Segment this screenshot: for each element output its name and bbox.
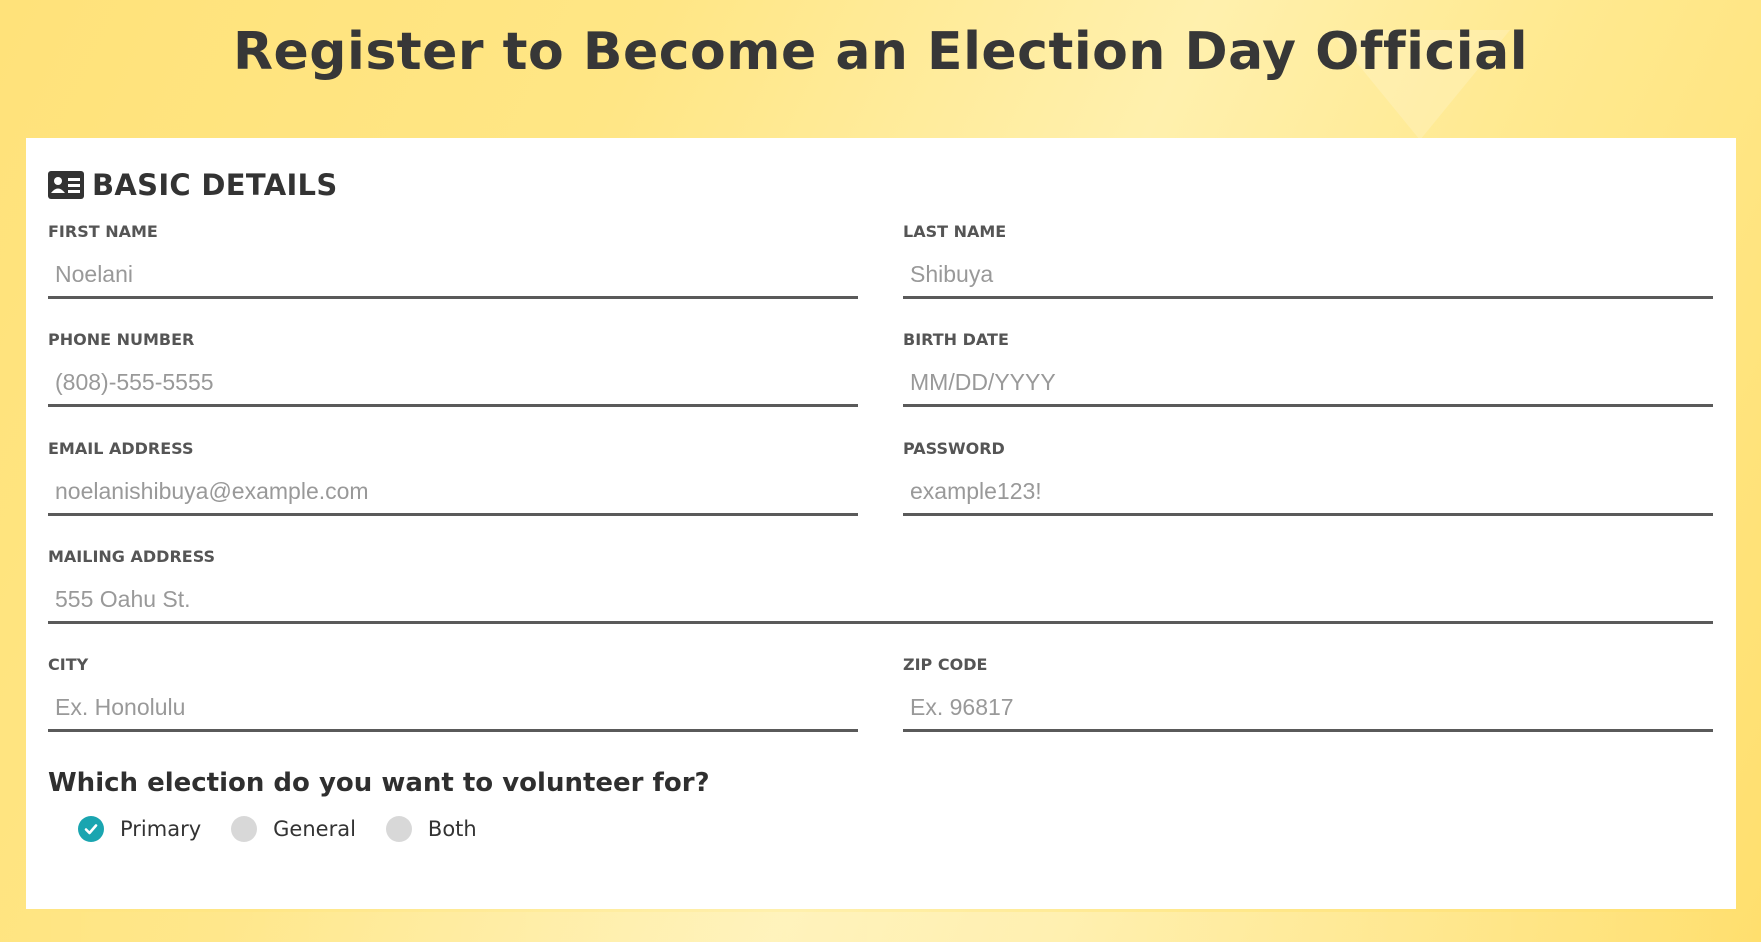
radio-option-both[interactable]: Both <box>385 816 477 842</box>
city-label: CITY <box>48 655 89 674</box>
birth-date-label: BIRTH DATE <box>903 330 1009 349</box>
phone-input[interactable] <box>48 361 858 407</box>
password-label: PASSWORD <box>903 439 1005 458</box>
mailing-address-label: MAILING ADDRESS <box>48 547 216 566</box>
password-group: PASSWORD <box>903 438 1713 516</box>
email-group: EMAIL ADDRESS <box>48 438 858 516</box>
checkmark-icon <box>84 824 98 835</box>
mailing-address-group: MAILING ADDRESS <box>48 546 1713 624</box>
password-input[interactable] <box>903 470 1713 516</box>
birth-date-group: BIRTH DATE <box>903 329 1713 407</box>
radio-unchecked-icon[interactable] <box>231 816 258 842</box>
section-title: BASIC DETAILS <box>92 168 338 202</box>
election-question: Which election do you want to volunteer … <box>48 768 710 798</box>
city-input[interactable] <box>48 686 858 732</box>
city-group: CITY <box>48 654 858 732</box>
section-header: BASIC DETAILS <box>48 168 338 202</box>
last-name-label: LAST NAME <box>903 222 1007 241</box>
email-input[interactable] <box>48 470 858 516</box>
page-title: Register to Become an Election Day Offic… <box>232 22 1529 82</box>
background-decoration-bottom <box>0 912 1761 942</box>
radio-label-primary: Primary <box>120 817 202 841</box>
email-label: EMAIL ADDRESS <box>48 439 194 458</box>
last-name-input[interactable] <box>903 253 1713 299</box>
mailing-address-input[interactable] <box>48 578 1713 624</box>
radio-unchecked-icon[interactable] <box>385 816 412 842</box>
phone-group: PHONE NUMBER <box>48 329 858 407</box>
last-name-group: LAST NAME <box>903 221 1713 299</box>
id-card-icon <box>48 171 84 199</box>
radio-label-both: Both <box>427 817 477 841</box>
registration-form-card: BASIC DETAILS FIRST NAME LAST NAME PHONE… <box>26 138 1736 909</box>
zip-code-input[interactable] <box>903 686 1713 732</box>
phone-label: PHONE NUMBER <box>48 330 195 349</box>
first-name-group: FIRST NAME <box>48 221 858 299</box>
election-radio-group: Primary General Both <box>78 816 507 842</box>
first-name-label: FIRST NAME <box>48 222 158 241</box>
first-name-input[interactable] <box>48 253 858 299</box>
birth-date-input[interactable] <box>903 361 1713 407</box>
radio-option-primary[interactable]: Primary <box>78 816 201 842</box>
zip-code-group: ZIP CODE <box>903 654 1713 732</box>
radio-option-general[interactable]: General <box>231 816 356 842</box>
radio-checked-icon[interactable] <box>78 816 104 842</box>
zip-code-label: ZIP CODE <box>903 655 988 674</box>
radio-label-general: General <box>273 817 356 841</box>
